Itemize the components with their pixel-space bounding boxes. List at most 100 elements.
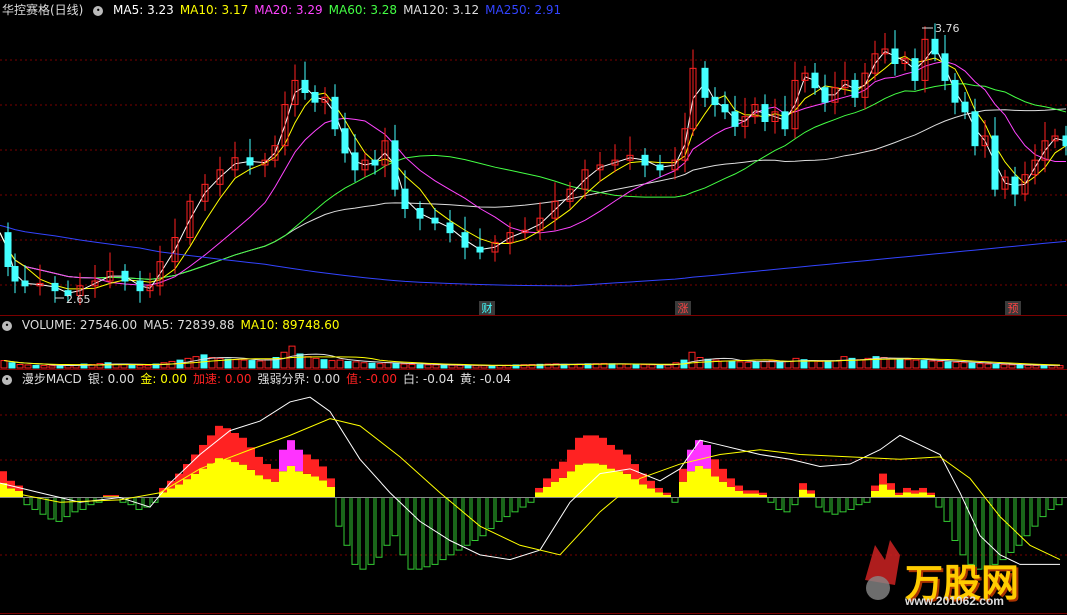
macd-bar-positive [551, 481, 559, 498]
volume-bar [888, 357, 896, 369]
settings-dot-icon[interactable]: • [2, 374, 12, 385]
candle-down [311, 92, 319, 103]
candle-down [941, 53, 949, 81]
main-panel-header: 华控赛格(日线) • MA5: 3.23 MA10: 3.17 MA20: 3.29… [2, 3, 573, 18]
legend-item: MA5: 3.23 [113, 3, 174, 17]
macd-bar-negative [1023, 497, 1031, 537]
panel-divider-volume-macd [0, 369, 1067, 370]
legend-item: 黄: -0.04 [459, 372, 511, 386]
candle-down [731, 111, 739, 127]
macd-bar-positive-top [919, 487, 927, 493]
candle-down [641, 154, 649, 166]
macd-bar-positive [583, 463, 591, 498]
macd-bar-negative [959, 497, 967, 556]
volume-bar [392, 362, 400, 369]
macd-bar-negative [495, 497, 503, 522]
macd-bar-positive-top [679, 468, 687, 482]
macd-bar-negative [839, 497, 847, 513]
macd-bar-positive-top [207, 435, 215, 464]
macd-bar-positive-top [623, 454, 631, 474]
settings-dot-icon[interactable]: • [93, 5, 104, 16]
volume-bar [432, 364, 440, 369]
macd-bar-positive [887, 489, 895, 498]
volume-bar [136, 364, 144, 369]
macd-bar-negative [359, 497, 367, 570]
macd-bar-negative [951, 497, 959, 541]
panel-divider-bottom [0, 613, 1067, 614]
volume-legend: VOLUME: 27546.00 MA5: 72839.88 MA10: 89748… [22, 318, 346, 332]
macd-bar-positive-top [879, 473, 887, 485]
macd-bar-negative [487, 497, 495, 530]
macd-bar-positive [263, 479, 271, 498]
macd-bar-negative [63, 497, 71, 518]
macd-bar-positive [695, 465, 703, 498]
macd-bar-positive-top [615, 449, 623, 472]
volume-bar [728, 360, 736, 369]
candle-down [446, 222, 454, 234]
volume-bar [1016, 364, 1024, 369]
macd-bar-positive [743, 493, 751, 498]
candle-down [11, 266, 19, 282]
volume-bar [992, 364, 1000, 369]
macd-bar-positive [703, 468, 711, 498]
macd-bar-positive [207, 463, 215, 498]
candle-down [461, 232, 469, 248]
volume-bar [944, 361, 952, 369]
volume-bar [976, 363, 984, 369]
volume-bar [1008, 364, 1016, 369]
macd-bar-negative [455, 497, 463, 551]
volume-bar [624, 363, 632, 369]
volume-bar [672, 362, 680, 369]
settings-dot-icon[interactable]: • [2, 320, 12, 331]
volume-bar [816, 360, 824, 369]
macd-bar-negative [463, 497, 471, 546]
volume-bar [632, 364, 640, 369]
macd-bar-negative [999, 497, 1007, 561]
macd-bar-positive-top [903, 487, 911, 493]
macd-bar-positive [183, 479, 191, 498]
macd-bar-positive-top [311, 459, 319, 477]
volume-bar [856, 359, 864, 369]
macd-bar-negative [943, 497, 951, 522]
macd-bar-negative [55, 497, 63, 522]
candle-down [51, 282, 59, 292]
macd-bar-negative [791, 497, 799, 506]
macd-bar-positive-top [255, 456, 263, 476]
volume-bar [264, 359, 272, 369]
candle-down [246, 157, 254, 166]
volume-bar [904, 359, 912, 369]
volume-bar [40, 365, 48, 369]
candle-down [121, 270, 129, 282]
macd-bar-negative [775, 497, 783, 510]
macd-bar-positive [679, 481, 687, 498]
stock-title[interactable]: 华控赛格(日线) [2, 3, 83, 17]
macd-bar-positive [607, 468, 615, 498]
volume-bar [720, 360, 728, 369]
candle-down [371, 159, 379, 166]
volume-bar [776, 361, 784, 369]
volume-bar [424, 364, 432, 369]
legend-item: MA120: 3.12 [403, 3, 480, 17]
legend-item: MA10: 89748.60 [240, 318, 340, 332]
macd-bar-positive [247, 469, 255, 498]
candle-down [401, 188, 409, 210]
macd-bar-negative [39, 497, 47, 515]
macd-bar-negative [519, 497, 527, 508]
candle-down [711, 96, 719, 106]
macd-bar-positive [599, 464, 607, 498]
candle-down [1062, 135, 1067, 147]
macd-bar-negative [767, 497, 775, 503]
candle-down [821, 87, 829, 103]
candle-down [701, 67, 709, 98]
macd-bar-negative [935, 497, 943, 508]
macd-bar-positive-top [111, 495, 119, 497]
macd-bar-positive [639, 484, 647, 498]
volume-bar [1032, 365, 1040, 369]
macd-bar-positive [807, 493, 815, 498]
volume-bar [968, 362, 976, 369]
macd-bar-negative [367, 497, 375, 565]
volume-bar [640, 364, 648, 369]
macd-bar-negative [31, 497, 39, 510]
macd-bar-positive-top [287, 440, 295, 466]
stock-chart-canvas[interactable]: 3.76 2.65 财 涨 预 [0, 0, 1067, 615]
